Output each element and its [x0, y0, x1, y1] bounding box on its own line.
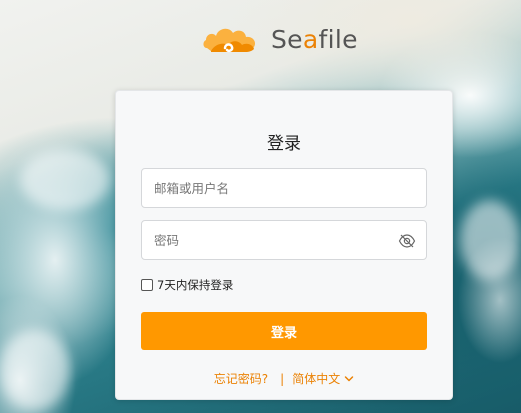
login-title: 登录	[267, 134, 301, 154]
wave-foam	[20, 150, 110, 210]
login-footer: 忘记密码? | 简体中文	[116, 370, 452, 387]
logo-wordmark: Seafile	[271, 24, 358, 54]
password-input[interactable]	[142, 221, 426, 259]
wave-foam	[460, 200, 520, 280]
wave-foam	[0, 330, 70, 410]
remember-checkbox[interactable]	[141, 279, 153, 291]
password-field[interactable]	[141, 220, 427, 260]
username-field[interactable]	[141, 168, 427, 208]
login-button[interactable]: 登录	[141, 312, 427, 350]
seafile-cloud-icon	[203, 28, 256, 53]
username-input[interactable]	[142, 169, 426, 207]
login-card: 登录 7天内保持登录 登录 忘记密码? | 简体中文	[115, 90, 453, 400]
language-selector[interactable]: 简体中文	[292, 370, 354, 387]
forgot-password-link[interactable]: 忘记密码?	[214, 370, 268, 387]
eye-off-icon[interactable]	[398, 232, 416, 250]
remember-label: 7天内保持登录	[157, 278, 234, 292]
footer-separator: |	[280, 371, 285, 386]
chevron-down-icon	[344, 375, 354, 381]
remember-me[interactable]: 7天内保持登录	[141, 277, 233, 293]
language-label: 简体中文	[292, 372, 341, 386]
seafile-logo: Seafile	[201, 18, 358, 60]
